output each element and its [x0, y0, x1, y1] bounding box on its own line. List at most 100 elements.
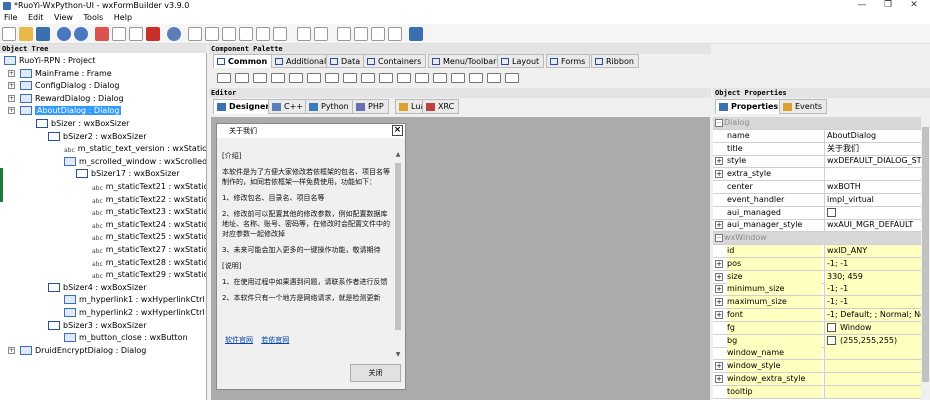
copy-icon[interactable]	[112, 27, 126, 41]
property-value[interactable]	[824, 168, 921, 181]
property-category[interactable]: − wxWindow	[713, 232, 921, 246]
expand-icon[interactable]: +	[8, 107, 15, 115]
property-row[interactable]: fg Window	[713, 321, 921, 335]
property-row[interactable]: + maximum_size -1; -1	[713, 296, 921, 310]
expand-icon[interactable]: +	[8, 69, 15, 77]
software-site-link[interactable]: 软件官网	[225, 336, 253, 344]
widget-icon[interactable]	[505, 73, 519, 83]
tree-item[interactable]: bSizer4 : wxBoxSizer	[48, 281, 147, 294]
align-center-icon[interactable]	[205, 27, 219, 41]
editor-tab[interactable]: Designer	[213, 99, 275, 114]
widget-icon[interactable]	[307, 73, 321, 83]
save-icon[interactable]	[36, 27, 50, 41]
border-top-icon[interactable]	[371, 27, 385, 41]
property-row[interactable]: bg (255,255,255)	[713, 334, 921, 348]
widget-icon[interactable]	[343, 73, 357, 83]
property-value[interactable]: -1; -1	[824, 283, 921, 296]
align-bottom-icon[interactable]	[273, 27, 287, 41]
property-value[interactable]: Window	[824, 321, 921, 334]
properties-scrollbar[interactable]	[921, 117, 930, 400]
property-row[interactable]: name AboutDialog	[713, 129, 921, 143]
property-value[interactable]: (255,255,255)	[824, 334, 921, 347]
border-bottom-icon[interactable]	[388, 27, 402, 41]
property-value[interactable]: wxBOTH	[824, 181, 921, 193]
property-row[interactable]: title 关于我们	[713, 142, 921, 156]
border-left-icon[interactable]	[337, 27, 351, 41]
dialog-close-icon[interactable]: ×	[392, 125, 403, 136]
preview-icon[interactable]	[409, 27, 423, 41]
property-value[interactable]: wxDEFAULT_DIALOG_STYLE	[824, 155, 921, 168]
tree-item[interactable]: abcm_staticText27 : wxStaticText	[92, 243, 206, 256]
editor-tab[interactable]: Python	[305, 99, 354, 114]
tree-item[interactable]: m_hyperlink2 : wxHyperlinkCtrl	[64, 306, 205, 319]
expand-icon[interactable]: +	[8, 82, 15, 90]
tree-item[interactable]: abcm_staticText28 : wxStaticText	[92, 256, 206, 269]
scroll-down-icon[interactable]: ▼	[394, 351, 402, 359]
open-folder-icon[interactable]	[19, 27, 33, 41]
paste-icon[interactable]	[129, 27, 143, 41]
property-row[interactable]: + window_style	[713, 360, 921, 374]
tree-item[interactable]: abcm_staticText25 : wxStaticText	[92, 230, 206, 243]
tree-item[interactable]: AboutDialog : Dialog	[20, 104, 122, 117]
expand-icon[interactable]: +	[8, 94, 15, 102]
property-row[interactable]: window_name	[713, 347, 921, 361]
properties-tab[interactable]: Events	[779, 99, 828, 114]
property-value[interactable]	[824, 385, 921, 398]
property-row[interactable]: + style wxDEFAULT_DIALOG_STYLE	[713, 155, 921, 169]
property-row[interactable]: + font -1; Default; ; Normal; Normal	[713, 309, 921, 322]
property-row[interactable]: center wxBOTH	[713, 181, 921, 194]
property-row[interactable]: + size 330; 459	[713, 270, 921, 284]
tree-item[interactable]: DruidEncryptDialog : Dialog	[20, 344, 146, 357]
editor-tab[interactable]: C++	[268, 99, 308, 114]
redo-icon[interactable]	[74, 27, 88, 41]
expand-icon[interactable]: +	[715, 362, 723, 371]
property-row[interactable]: + aui_manager_style wxAUI_MGR_DEFAULT	[713, 219, 921, 233]
widget-icon[interactable]	[379, 73, 393, 83]
delete-icon[interactable]	[146, 27, 160, 41]
property-value[interactable]: wxAUI_MGR_DEFAULT	[824, 219, 921, 232]
expand-icon[interactable]: +	[715, 285, 723, 294]
property-row[interactable]: aui_managed	[713, 206, 921, 220]
tree-item[interactable]: abcm_staticText22 : wxStaticText	[92, 193, 206, 206]
align-middle-icon[interactable]	[256, 27, 270, 41]
tree-item[interactable]: bSizer : wxBoxSizer	[36, 117, 129, 130]
scroll-thumb[interactable]	[922, 127, 929, 382]
properties-tab[interactable]: Properties	[715, 99, 784, 114]
property-row[interactable]: + minimum_size -1; -1	[713, 283, 921, 297]
checkbox[interactable]	[827, 207, 836, 217]
tree-item[interactable]: bSizer17 : wxBoxSizer	[76, 167, 180, 180]
expand-icon[interactable]: +	[715, 157, 723, 166]
ruoyi-site-link[interactable]: 若依官网	[261, 336, 289, 344]
property-value[interactable]: wxID_ANY	[824, 245, 921, 257]
color-swatch[interactable]	[827, 335, 836, 345]
close-window-button[interactable]: ✕	[902, 0, 926, 12]
widget-icon[interactable]	[487, 73, 501, 83]
undo-icon[interactable]	[57, 27, 71, 41]
property-value[interactable]	[824, 360, 921, 373]
expand-icon[interactable]: +	[715, 170, 723, 179]
collapse-icon[interactable]: −	[715, 234, 723, 243]
expand-icon[interactable]: +	[715, 221, 723, 230]
widget-icon[interactable]	[217, 73, 231, 83]
property-row[interactable]: + window_extra_style	[713, 373, 921, 386]
tree-item[interactable]: abcm_staticText24 : wxStaticText	[92, 218, 206, 231]
align-top-icon[interactable]	[239, 27, 253, 41]
property-value[interactable]: -1; Default; ; Normal; Normal	[824, 309, 921, 321]
palette-tab[interactable]: Data	[326, 54, 366, 68]
tree-item[interactable]: RuoYi-RPN : Project	[4, 54, 95, 67]
expand-icon[interactable]: +	[715, 311, 723, 319]
widget-icon[interactable]	[451, 73, 465, 83]
tree-item[interactable]: RewardDialog : Dialog	[20, 92, 124, 105]
tree-item[interactable]: m_hyperlink1 : wxHyperlinkCtrl	[64, 293, 205, 306]
stretch-icon[interactable]	[314, 27, 328, 41]
cut-icon[interactable]	[95, 27, 109, 41]
palette-tab[interactable]: Forms	[546, 54, 591, 68]
tree-item[interactable]: bSizer3 : wxBoxSizer	[48, 319, 147, 332]
align-right-icon[interactable]	[222, 27, 236, 41]
widget-icon[interactable]	[325, 73, 339, 83]
scroll-thumb[interactable]	[395, 163, 401, 330]
widget-icon[interactable]	[361, 73, 375, 83]
tree-item[interactable]: bSizer2 : wxBoxSizer	[48, 130, 147, 143]
about-dialog-preview[interactable]: 关于我们 × [介绍] 本软件是为了方便大家修改若依框架的包名、项目名等制作的，…	[216, 123, 406, 390]
expand-icon[interactable]: +	[8, 346, 15, 354]
